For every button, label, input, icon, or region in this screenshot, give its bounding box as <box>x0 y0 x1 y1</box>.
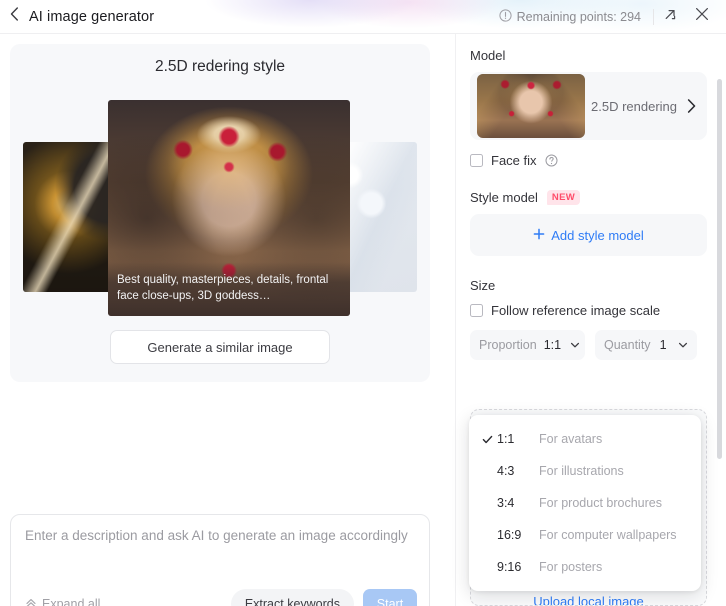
dropdown-ratio: 16:9 <box>497 528 522 542</box>
back-button[interactable] <box>0 0 28 33</box>
dropdown-desc: For product brochures <box>539 496 662 510</box>
expand-all-button[interactable]: Expand all <box>25 597 100 606</box>
expand-all-label: Expand all <box>42 597 101 606</box>
dropdown-desc: For posters <box>539 560 603 574</box>
check-icon <box>477 434 497 445</box>
plus-icon <box>533 228 545 243</box>
dropdown-desc: For avatars <box>539 432 603 446</box>
remaining-points: Remaining points: 294 <box>499 8 653 25</box>
question-circle-icon[interactable] <box>545 154 558 167</box>
prompt-input[interactable] <box>25 528 415 574</box>
proportion-label: Proportion <box>479 338 537 352</box>
info-circle-icon <box>499 8 512 25</box>
follow-reference-scale-checkbox[interactable] <box>470 304 483 317</box>
dropdown-option-16-9[interactable]: 16:9 For computer wallpapers <box>469 519 701 551</box>
dropdown-option-3-4[interactable]: 3:4 For product brochures <box>469 487 701 519</box>
start-generate-button[interactable]: Start <box>363 589 417 606</box>
follow-reference-scale-label: Follow reference image scale <box>491 303 661 318</box>
quantity-label: Quantity <box>604 338 651 352</box>
upload-local-image-link[interactable]: Upload local image <box>533 594 644 605</box>
page-title: AI image generator <box>29 8 155 25</box>
style-preview-card: 2.5D redering style Best quality, master… <box>10 44 430 382</box>
face-fix-row[interactable]: Face fix <box>470 153 697 168</box>
expand-arrow-icon <box>663 7 678 27</box>
dropdown-option-4-3[interactable]: 4:3 For illustrations <box>469 455 701 487</box>
face-fix-checkbox[interactable] <box>470 154 483 167</box>
dropdown-ratio: 1:1 <box>497 432 515 446</box>
size-selects: Proportion 1:1 Quantity 1 <box>470 330 697 360</box>
add-style-model-button[interactable]: Add style model <box>470 214 707 256</box>
prompt-footer: Expand all Extract keywords Start <box>25 589 417 606</box>
dropdown-ratio: 4:3 <box>497 464 515 478</box>
close-window-button[interactable] <box>686 0 718 33</box>
ai-image-generator-window: AI image generator Remaining points: 294 <box>0 0 726 606</box>
dropdown-option-9-16[interactable]: 9:16 For posters <box>469 551 701 583</box>
add-style-model-label: Add style model <box>551 227 644 243</box>
left-pane: 2.5D redering style Best quality, master… <box>0 34 440 606</box>
quantity-value: 1 <box>659 338 667 352</box>
generate-similar-image-button[interactable]: Generate a similar image <box>110 330 330 364</box>
proportion-value: 1:1 <box>543 338 562 352</box>
generate-similar-wrap: Generate a similar image <box>10 330 430 364</box>
proportion-dropdown-menu[interactable]: 1:1 For avatars 4:3 For illustrations 3:… <box>469 415 701 591</box>
proportion-select[interactable]: Proportion 1:1 <box>470 330 585 360</box>
quantity-select[interactable]: Quantity 1 <box>595 330 697 360</box>
close-icon <box>695 7 709 26</box>
extract-keywords-button[interactable]: Extract keywords <box>230 589 354 606</box>
dropdown-ratio: 9:16 <box>497 560 522 574</box>
face-fix-label: Face fix <box>491 153 537 168</box>
size-section-label: Size <box>470 278 496 293</box>
expand-window-button[interactable] <box>654 0 686 33</box>
example-carousel[interactable]: Best quality, masterpieces, details, fro… <box>10 100 430 316</box>
style-preview-title: 2.5D redering style <box>154 58 286 75</box>
remaining-points-label: Remaining points: 294 <box>516 9 641 24</box>
dropdown-option-1-1[interactable]: 1:1 For avatars <box>469 423 701 455</box>
model-name-label: 2.5D rendering <box>591 98 677 114</box>
model-section-label: Model <box>470 48 506 63</box>
dropdown-ratio: 3:4 <box>497 496 515 510</box>
prompt-actions: Extract keywords Start <box>230 589 417 606</box>
dropdown-desc: For illustrations <box>539 464 624 478</box>
dropdown-desc: For computer wallpapers <box>539 528 677 542</box>
settings-panel-content: Model 2.5D rendering Face fix Style mode… <box>456 34 711 606</box>
chevron-double-up-icon <box>25 597 37 606</box>
carousel-caption: Best quality, masterpieces, details, fro… <box>108 261 350 316</box>
prompt-box: Expand all Extract keywords Start <box>10 514 430 606</box>
settings-panel: Model 2.5D rendering Face fix Style mode… <box>455 34 726 606</box>
chevron-right-icon <box>687 99 696 113</box>
carousel-slide-active[interactable]: Best quality, masterpieces, details, fro… <box>108 100 350 316</box>
model-selector[interactable]: 2.5D rendering <box>470 72 707 140</box>
chevron-down-icon <box>570 340 580 350</box>
style-model-header: Style model NEW <box>470 190 697 205</box>
chevron-left-icon <box>10 7 19 26</box>
chevron-down-icon <box>678 340 688 350</box>
new-badge: NEW <box>546 190 580 205</box>
window-header: AI image generator Remaining points: 294 <box>0 0 726 33</box>
follow-reference-scale-row[interactable]: Follow reference image scale <box>470 303 697 318</box>
model-thumbnail <box>477 74 585 138</box>
style-model-label: Style model <box>470 190 538 205</box>
header-actions: Remaining points: 294 <box>499 0 726 33</box>
panel-scrollbar-thumb[interactable] <box>717 79 722 459</box>
